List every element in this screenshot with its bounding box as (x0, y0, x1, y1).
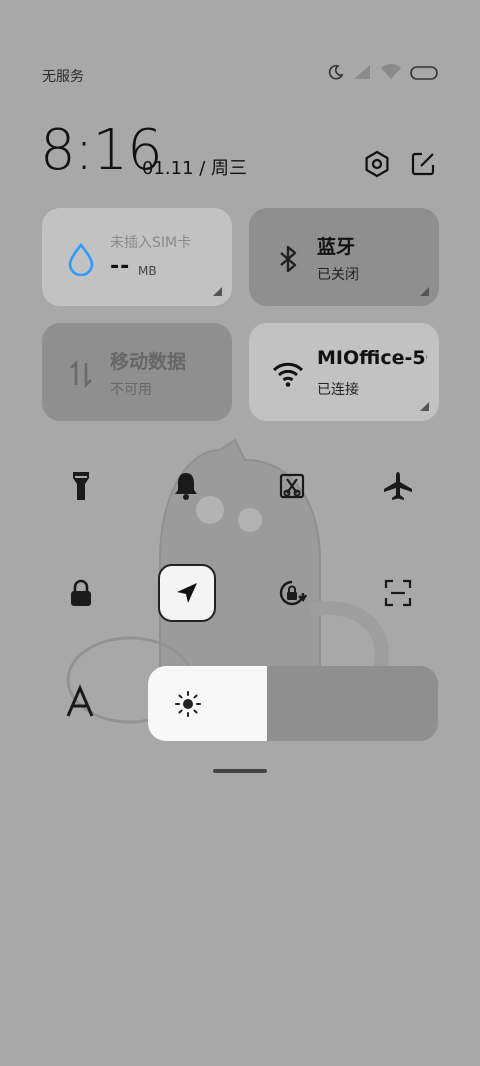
settings-hexagon-icon (365, 150, 389, 178)
water-drop-icon (64, 242, 98, 277)
expand-corner-icon (213, 287, 222, 296)
rotation-lock-toggle[interactable] (263, 564, 321, 622)
expand-corner-icon (420, 402, 429, 411)
mute-toggle[interactable] (157, 457, 215, 515)
status-icons (328, 64, 438, 84)
mobile-data-title: 移动数据 (110, 351, 187, 373)
scan-icon (384, 579, 412, 607)
wifi-icon (271, 357, 305, 391)
data-usage-tile[interactable]: 未插入SIM卡 -- MB (42, 208, 232, 306)
bluetooth-icon (271, 242, 305, 276)
settings-button[interactable] (362, 149, 392, 179)
bluetooth-status: 已关闭 (317, 267, 359, 283)
lock-icon (71, 579, 91, 606)
location-arrow-icon (177, 583, 197, 603)
brightness-slider-fill (148, 666, 267, 741)
wifi-network-name: MIOffice-5G (317, 347, 427, 369)
wifi-tile[interactable]: MIOffice-5G 已连接 (249, 323, 439, 421)
location-toggle[interactable] (158, 564, 216, 622)
edit-button[interactable] (408, 149, 438, 179)
font-size-button[interactable] (58, 680, 102, 724)
clock-date: 01.11 / 周三 (142, 158, 248, 179)
data-usage-value: -- (110, 254, 131, 279)
lock-screen-toggle[interactable] (52, 564, 110, 622)
carrier-label: 无服务 (42, 69, 84, 85)
bell-icon (175, 473, 197, 500)
battery-icon (410, 65, 438, 84)
scan-toggle[interactable] (369, 564, 427, 622)
airplane-mode-toggle[interactable] (369, 457, 427, 515)
cellular-signal-icon (352, 64, 372, 84)
bluetooth-tile[interactable]: 蓝牙 已关闭 (249, 208, 439, 306)
airplane-icon (384, 472, 412, 500)
wifi-status: 已连接 (317, 382, 359, 398)
screenshot-toggle[interactable] (263, 457, 321, 515)
screenshot-icon (279, 473, 305, 499)
sim-status-label: 未插入SIM卡 (110, 235, 192, 251)
mobile-data-status: 不可用 (110, 382, 152, 398)
data-usage-unit: MB (138, 264, 157, 278)
flashlight-icon (73, 472, 89, 500)
wifi-status-icon (380, 64, 402, 84)
brightness-slider[interactable] (148, 666, 438, 741)
rotation-lock-icon (279, 580, 308, 606)
bluetooth-title: 蓝牙 (317, 236, 356, 258)
drag-handle[interactable] (213, 769, 267, 773)
mobile-data-tile[interactable]: 移动数据 不可用 (42, 323, 232, 421)
font-letter-a-icon (66, 684, 94, 717)
edit-pencil-icon (411, 152, 435, 176)
expand-corner-icon (420, 287, 429, 296)
flashlight-toggle[interactable] (52, 457, 110, 515)
mobile-data-arrows-icon (64, 357, 98, 391)
brightness-sun-icon (174, 690, 202, 718)
do-not-disturb-moon-icon (328, 64, 344, 84)
